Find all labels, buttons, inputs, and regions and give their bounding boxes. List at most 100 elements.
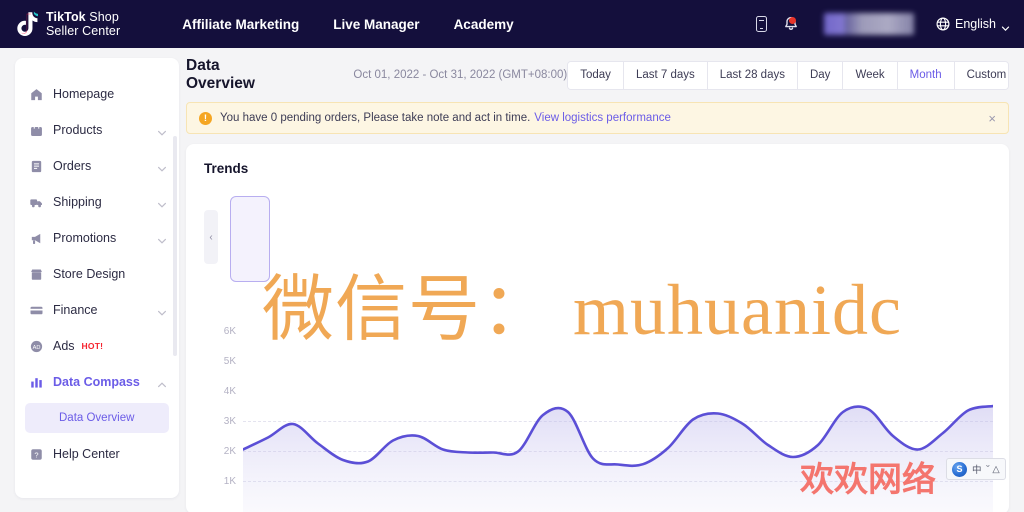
sidebar-label-orders: Orders — [53, 159, 92, 173]
sidebar-item-orders[interactable]: Orders — [15, 148, 179, 184]
svg-text:AD: AD — [33, 344, 41, 350]
sidebar-label-shipping: Shipping — [53, 195, 102, 209]
view-logistics-performance-link[interactable]: View logistics performance — [534, 112, 671, 124]
main-content: Data Overview Oct 01, 2022 - Oct 31, 202… — [186, 57, 1009, 512]
mobile-app-button[interactable] — [746, 9, 776, 39]
nav-item-affiliate-marketing[interactable]: Affiliate Marketing — [182, 17, 299, 32]
sidebar-item-data-compass[interactable]: Data Compass — [15, 364, 179, 400]
user-account-avatar[interactable] — [824, 13, 914, 35]
range-button-month[interactable]: Month — [897, 61, 955, 89]
y-axis-tick-3k: 3K — [223, 416, 236, 427]
page-title: Data Overview — [186, 57, 255, 92]
chevron-down-icon — [157, 305, 167, 316]
chevron-down-icon — [157, 125, 167, 136]
sidebar-item-help-center[interactable]: ? Help Center — [15, 436, 179, 472]
list-icon — [29, 159, 44, 174]
sidebar-label-help-center: Help Center — [53, 447, 120, 461]
brand-line-2: Seller Center — [46, 24, 121, 38]
trends-line-chart: 6K 5K 4K 3K 2K 1K — [186, 320, 1009, 512]
trends-title: Trends — [204, 161, 249, 176]
notifications-button[interactable] — [776, 9, 806, 39]
sidebar-label-store-design: Store Design — [53, 267, 126, 281]
y-axis-tick-5k: 5K — [223, 356, 236, 367]
sidebar: Homepage Products Orders Shipping Promot… — [15, 58, 179, 498]
alert-message: You have 0 pending orders, Please take n… — [220, 112, 531, 124]
metric-card-strip: ‹ — [204, 190, 1009, 282]
sidebar-label-ads: Ads — [53, 339, 75, 353]
language-selector[interactable]: English — [936, 17, 1012, 31]
sidebar-label-data-compass: Data Compass — [53, 375, 140, 389]
top-bar-actions: English — [746, 0, 1012, 48]
sidebar-item-homepage[interactable]: Homepage — [15, 76, 179, 112]
pending-orders-alert: ! You have 0 pending orders, Please take… — [186, 102, 1009, 134]
chevron-up-icon — [157, 377, 167, 388]
chevron-down-icon — [157, 233, 167, 244]
mobile-phone-icon — [755, 16, 767, 32]
ads-hot-badge: HOT! — [81, 341, 104, 351]
range-button-custom[interactable]: Custom — [954, 61, 1009, 89]
sidebar-scrollbar[interactable] — [173, 136, 177, 356]
sidebar-item-store-design[interactable]: Store Design — [15, 256, 179, 292]
truck-icon — [29, 195, 44, 210]
y-axis-tick-6k: 6K — [223, 326, 236, 337]
range-button-today[interactable]: Today — [568, 61, 624, 89]
card-icon — [29, 303, 44, 318]
sidebar-item-finance[interactable]: Finance — [15, 292, 179, 328]
metric-card-selected[interactable] — [230, 196, 270, 282]
range-button-day[interactable]: Day — [797, 61, 844, 89]
chart-svg — [241, 404, 995, 512]
sidebar-label-promotions: Promotions — [53, 231, 117, 245]
y-axis-tick-4k: 4K — [223, 386, 236, 397]
store-icon — [29, 267, 44, 282]
page-header: Data Overview Oct 01, 2022 - Oct 31, 202… — [186, 57, 1009, 92]
ads-icon: AD — [29, 339, 44, 354]
nav-item-live-manager[interactable]: Live Manager — [333, 17, 419, 32]
y-axis-tick-1k: 1K — [223, 476, 236, 487]
sidebar-item-shipping[interactable]: Shipping — [15, 184, 179, 220]
sidebar-subitem-data-overview[interactable]: Data Overview — [25, 403, 169, 433]
nav-item-academy[interactable]: Academy — [454, 17, 514, 32]
ime-logo-icon: S — [952, 461, 967, 477]
sidebar-item-products[interactable]: Products — [15, 112, 179, 148]
sidebar-label-homepage: Homepage — [53, 87, 115, 101]
sidebar-scroll-area: Homepage Products Orders Shipping Promot… — [15, 58, 179, 498]
chevron-down-icon — [157, 161, 167, 172]
chevron-down-icon — [1001, 20, 1010, 31]
svg-text:?: ? — [34, 450, 38, 459]
bar-chart-icon — [29, 375, 44, 390]
notification-bell-icon — [783, 16, 799, 33]
sidebar-label-finance: Finance — [53, 303, 98, 317]
range-button-last-28-days[interactable]: Last 28 days — [707, 61, 798, 89]
close-icon[interactable]: × — [988, 112, 996, 125]
language-label: English — [955, 17, 996, 31]
ime-mode-label[interactable]: 中 — [972, 462, 982, 476]
top-navigation-bar: TikTok Shop Seller Center Affiliate Mark… — [0, 0, 1024, 48]
sidebar-item-ads[interactable]: AD Ads HOT! — [15, 328, 179, 364]
chevron-down-icon — [157, 197, 167, 208]
ime-input-toolbar[interactable]: S 中 ˘ △ — [946, 458, 1006, 480]
y-axis-tick-2k: 2K — [223, 446, 236, 457]
metric-scroll-left-button[interactable]: ‹ — [204, 210, 218, 264]
brand-line-1: TikTok Shop — [46, 10, 119, 24]
date-range-button-group: Today Last 7 days Last 28 days Day Week … — [567, 60, 1009, 90]
date-range-label: Oct 01, 2022 - Oct 31, 2022 (GMT+08:00) — [353, 69, 568, 81]
megaphone-icon — [29, 231, 44, 246]
notification-badge-dot — [789, 16, 796, 24]
top-nav-links: Affiliate Marketing Live Manager Academy — [182, 17, 513, 32]
home-icon — [29, 87, 44, 102]
trends-card: Trends ‹ 6K 5K 4K 3K 2K 1K — [186, 144, 1009, 512]
bag-icon — [29, 123, 44, 138]
globe-icon — [936, 17, 950, 31]
chart-plot-area — [241, 320, 995, 512]
help-icon: ? — [29, 447, 44, 462]
sidebar-label-products: Products — [53, 123, 103, 137]
brand-text: TikTok Shop Seller Center — [46, 10, 120, 38]
ime-extra-icons[interactable]: ˘ △ — [987, 464, 1000, 475]
brand-logo[interactable]: TikTok Shop Seller Center — [15, 10, 120, 38]
app-root: TikTok Shop Seller Center Affiliate Mark… — [0, 0, 1024, 512]
range-button-last-7-days[interactable]: Last 7 days — [623, 61, 708, 89]
sidebar-item-promotions[interactable]: Promotions — [15, 220, 179, 256]
range-button-week[interactable]: Week — [843, 61, 898, 89]
